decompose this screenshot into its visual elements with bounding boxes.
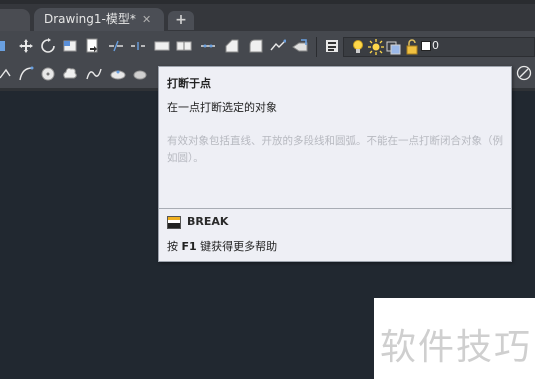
fillet-icon[interactable] [224,38,240,54]
chamfer-icon[interactable] [248,38,264,54]
rectangle-icon[interactable] [176,38,192,54]
command-line-icon [167,216,181,229]
watermark-text: 软件技巧 [380,327,533,368]
arc-icon[interactable] [18,66,34,82]
sun-icon [368,39,384,55]
lock-icon [404,39,420,55]
tooltip-description: 在一点打断选定的对象 [167,101,277,114]
modify-toolbar-row: 0 [0,35,535,59]
autocad-window: Drawing1-模型* ✕ + 0 打断于点 在一点打断选定的对象 有效对象包… [0,0,535,379]
help-prefix: 按 [167,240,182,253]
document-tab-strip: Drawing1-模型* ✕ + [0,0,535,31]
layer-dropdown[interactable] [343,37,535,57]
stretch-icon[interactable] [270,38,286,54]
layer-properties-icon[interactable] [324,38,340,54]
join-icon[interactable] [154,38,170,54]
help-suffix: 键获得更多帮助 [196,240,278,253]
circle-icon[interactable] [40,66,56,82]
match-properties-icon[interactable] [292,38,308,54]
new-tab-button[interactable]: + [168,11,194,30]
orbit-icon[interactable] [516,65,532,81]
tab-drawing1[interactable]: Drawing1-模型* ✕ [34,8,164,31]
move-icon[interactable] [18,38,34,54]
lightbulb-icon [350,39,366,55]
tooltip-help-hint: 按 F1 键获得更多帮助 [167,238,277,254]
command-tooltip: 打断于点 在一点打断选定的对象 有效对象包括直线、开放的多段线和圆弧。不能在一点… [158,66,512,262]
trim-icon[interactable] [62,38,78,54]
tooltip-divider [159,208,511,209]
break-icon[interactable] [130,38,146,54]
start-tab[interactable] [0,9,30,31]
explode-icon[interactable] [200,38,216,54]
copy-icon[interactable] [84,38,100,54]
break-at-point-icon[interactable] [108,38,124,54]
cloud-icon[interactable] [62,66,78,82]
watermark-box: 软件技巧 [374,298,535,379]
layer-name-value: 0 [432,39,439,52]
layer-freeze-icon [386,39,402,55]
tooltip-command-name: BREAK [187,215,229,228]
tooltip-detail: 有效对象包括直线、开放的多段线和圆弧。不能在一点打断闭合对象（例如圆）。 [167,135,503,164]
color-square-icon [421,41,431,51]
rotate-icon[interactable] [40,38,56,54]
tooltip-title: 打断于点 [167,77,211,90]
tab-label: Drawing1-模型* [44,12,136,26]
stretch-partial-icon[interactable] [0,38,16,54]
close-icon[interactable]: ✕ [142,8,151,31]
help-key: F1 [181,240,197,253]
hatch-icon[interactable] [132,66,148,82]
toolbar-separator [316,37,317,57]
polyline-icon[interactable] [0,66,16,82]
ellipse-icon[interactable] [110,66,126,82]
spline-icon[interactable] [86,66,102,82]
